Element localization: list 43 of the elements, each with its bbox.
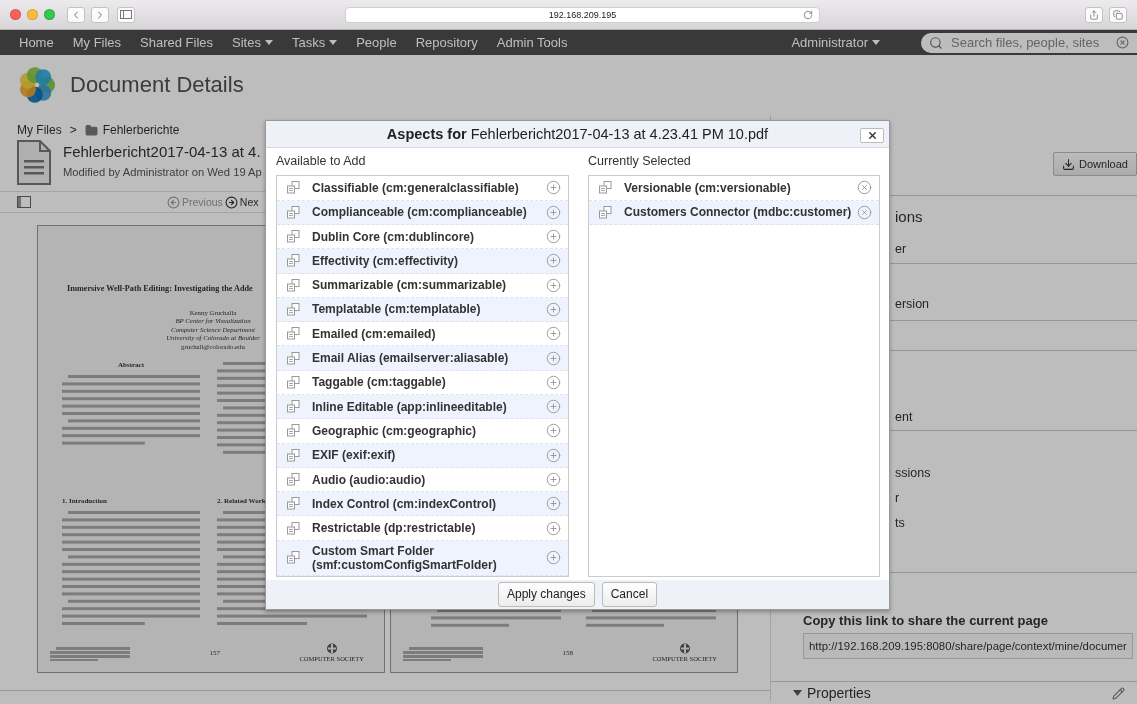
download-button[interactable]: Download	[1053, 152, 1137, 176]
share-heading: Copy this link to share the current page	[803, 613, 1049, 629]
aspect-row[interactable]: Customers Connector (mdbc:customer)	[589, 200, 879, 225]
user-menu[interactable]: Administrator	[791, 35, 880, 50]
nav-link[interactable]: People	[356, 35, 397, 50]
document-title: Fehlerbericht2017-04-13 at 4.	[63, 142, 262, 162]
paper-title: Immersive Well-Path Editing: Investigating the Adde	[67, 283, 253, 295]
section-heading: ions	[895, 207, 924, 227]
aspect-row[interactable]: Effectivity (cm:effectivity)	[277, 249, 568, 274]
action-link[interactable]: ersion	[895, 295, 1137, 313]
action-link[interactable]: ts	[895, 511, 1137, 536]
action-link[interactable]: ent	[895, 408, 1137, 426]
nav-link[interactable]: Home	[19, 35, 54, 50]
column-label: Currently Selected	[588, 153, 692, 170]
aspect-row[interactable]: Email Alias (emailserver:aliasable)	[277, 346, 568, 371]
nav-link[interactable]: Admin Tools	[496, 35, 568, 50]
cancel-button[interactable]: Cancel	[601, 581, 658, 607]
properties-heading[interactable]: Properties	[807, 685, 871, 701]
action-link[interactable]: r	[895, 486, 1137, 511]
breadcrumb-link[interactable]: Fehlerberichte	[84, 123, 180, 137]
share-link-field[interactable]: http://192.168.209.195:8080/share/page/context/mine/documer	[803, 633, 1133, 659]
dialog-title: Aspects for Fehlerbericht2017-04-13 at 4.23.41 PM 10.pdf	[386, 126, 769, 143]
modified-info: Modified by Administrator on Wed 19 Ap	[63, 165, 262, 180]
page-title: Document Details	[70, 72, 244, 98]
nav-link[interactable]: Tasks	[291, 35, 338, 50]
apply-button[interactable]: Apply changes	[497, 581, 595, 607]
aspect-row[interactable]: Custom Smart Folder (smf:customConfigSmartFolder)	[277, 540, 568, 576]
nav-link[interactable]: Sites	[232, 35, 273, 50]
nav-link[interactable]: Shared Files	[140, 35, 214, 50]
aspect-row[interactable]: Index Control (cm:indexControl)	[277, 492, 568, 517]
next-button[interactable]: Nex	[224, 195, 259, 209]
aspect-row[interactable]: Inline Editable (app:inlineeditable)	[277, 395, 568, 420]
aspect-row[interactable]: EXIF (exif:exif)	[277, 443, 568, 468]
column-label: Available to Add	[276, 153, 367, 170]
action-link[interactable]: er	[895, 240, 1137, 258]
aspect-row[interactable]: Complianceable (cm:complianceable)	[277, 200, 568, 225]
aspect-row[interactable]: Templatable (cm:templatable)	[277, 297, 568, 323]
address-field[interactable]: 192.168.209.195	[345, 6, 820, 23]
nav-link[interactable]: My Files	[72, 35, 122, 50]
nav-link[interactable]: Repository	[415, 35, 478, 50]
breadcrumb-link[interactable]: My Files	[17, 123, 62, 137]
action-link[interactable]: ssions	[895, 461, 1137, 486]
breadcrumb-separator: >	[69, 123, 77, 137]
